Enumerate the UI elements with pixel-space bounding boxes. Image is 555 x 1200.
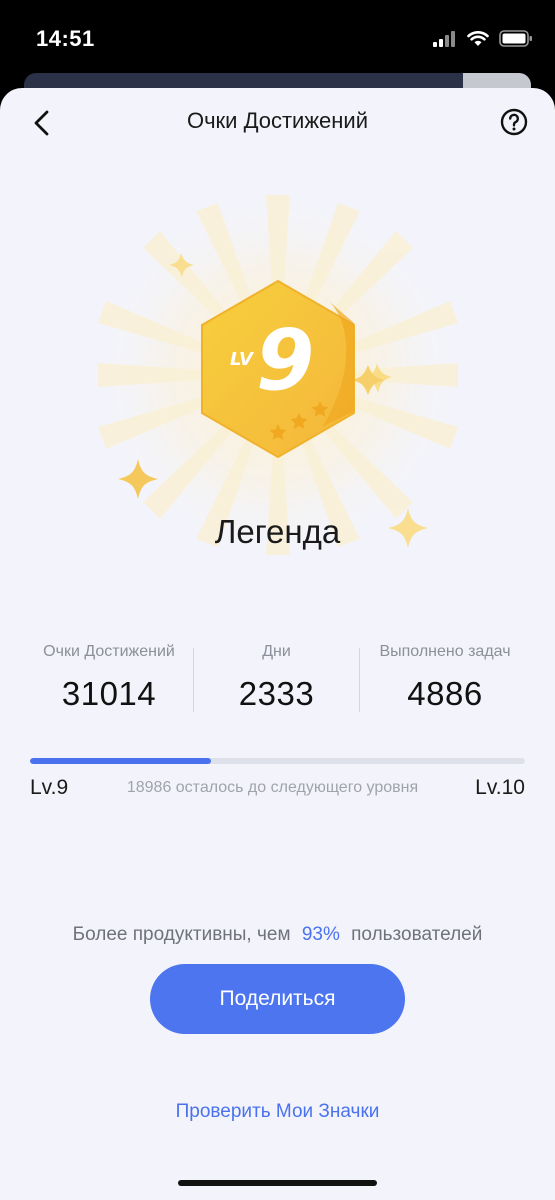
stat-label: Дни	[262, 643, 291, 660]
stat-value: 31014	[61, 675, 157, 712]
status-icons	[433, 30, 533, 47]
status-time: 14:51	[36, 26, 95, 51]
level-progress-fill	[30, 758, 211, 764]
stat-tasks-completed: Выполнено задач 4886	[360, 643, 530, 713]
stat-achievement-points: Очки Достижений 31014	[25, 643, 193, 713]
page-title: Очки Достижений	[186, 108, 369, 133]
stat-days: Дни 2333	[194, 643, 359, 713]
wifi-icon	[467, 30, 489, 46]
remaining-points-text: 18986 осталось до следующего уровня	[126, 779, 419, 796]
level-progress-labels: Lv.9 18986 осталось до следующего уровня…	[30, 776, 525, 802]
stat-label: Выполнено задач	[379, 643, 511, 660]
level-prefix: LV	[230, 349, 255, 370]
productivity-percent: 93%	[301, 924, 340, 945]
achievement-sheet: Очки Достижений LV 9 Легенда Очки Достиж…	[0, 88, 555, 1200]
level-number: 9	[256, 311, 314, 409]
cellular-signal-icon	[433, 30, 455, 47]
home-indicator	[178, 1180, 377, 1186]
share-button[interactable]: Поделиться	[150, 964, 405, 1034]
battery-icon	[499, 30, 532, 47]
help-icon[interactable]	[499, 107, 529, 137]
level-name: Легенда	[214, 513, 341, 550]
next-level-label: Lv.10	[475, 776, 525, 799]
stat-label: Очки Достижений	[43, 643, 175, 660]
productivity-suffix: пользователей	[351, 924, 483, 945]
status-bar: 14:51	[0, 0, 555, 80]
productivity-text: Более продуктивны, чем 93% пользователей	[0, 924, 555, 946]
current-level-label: Lv.9	[30, 776, 69, 799]
stat-value: 4886	[407, 675, 483, 712]
check-badges-link[interactable]: Проверить Мои Значки	[0, 1101, 555, 1123]
stat-value: 2333	[238, 675, 315, 712]
productivity-prefix: Более продуктивны, чем	[72, 924, 291, 945]
level-progress-bar	[30, 758, 525, 764]
stats-row: Очки Достижений 31014 Дни 2333 Выполнено…	[25, 643, 530, 713]
level-badge: LV 9	[93, 190, 463, 560]
